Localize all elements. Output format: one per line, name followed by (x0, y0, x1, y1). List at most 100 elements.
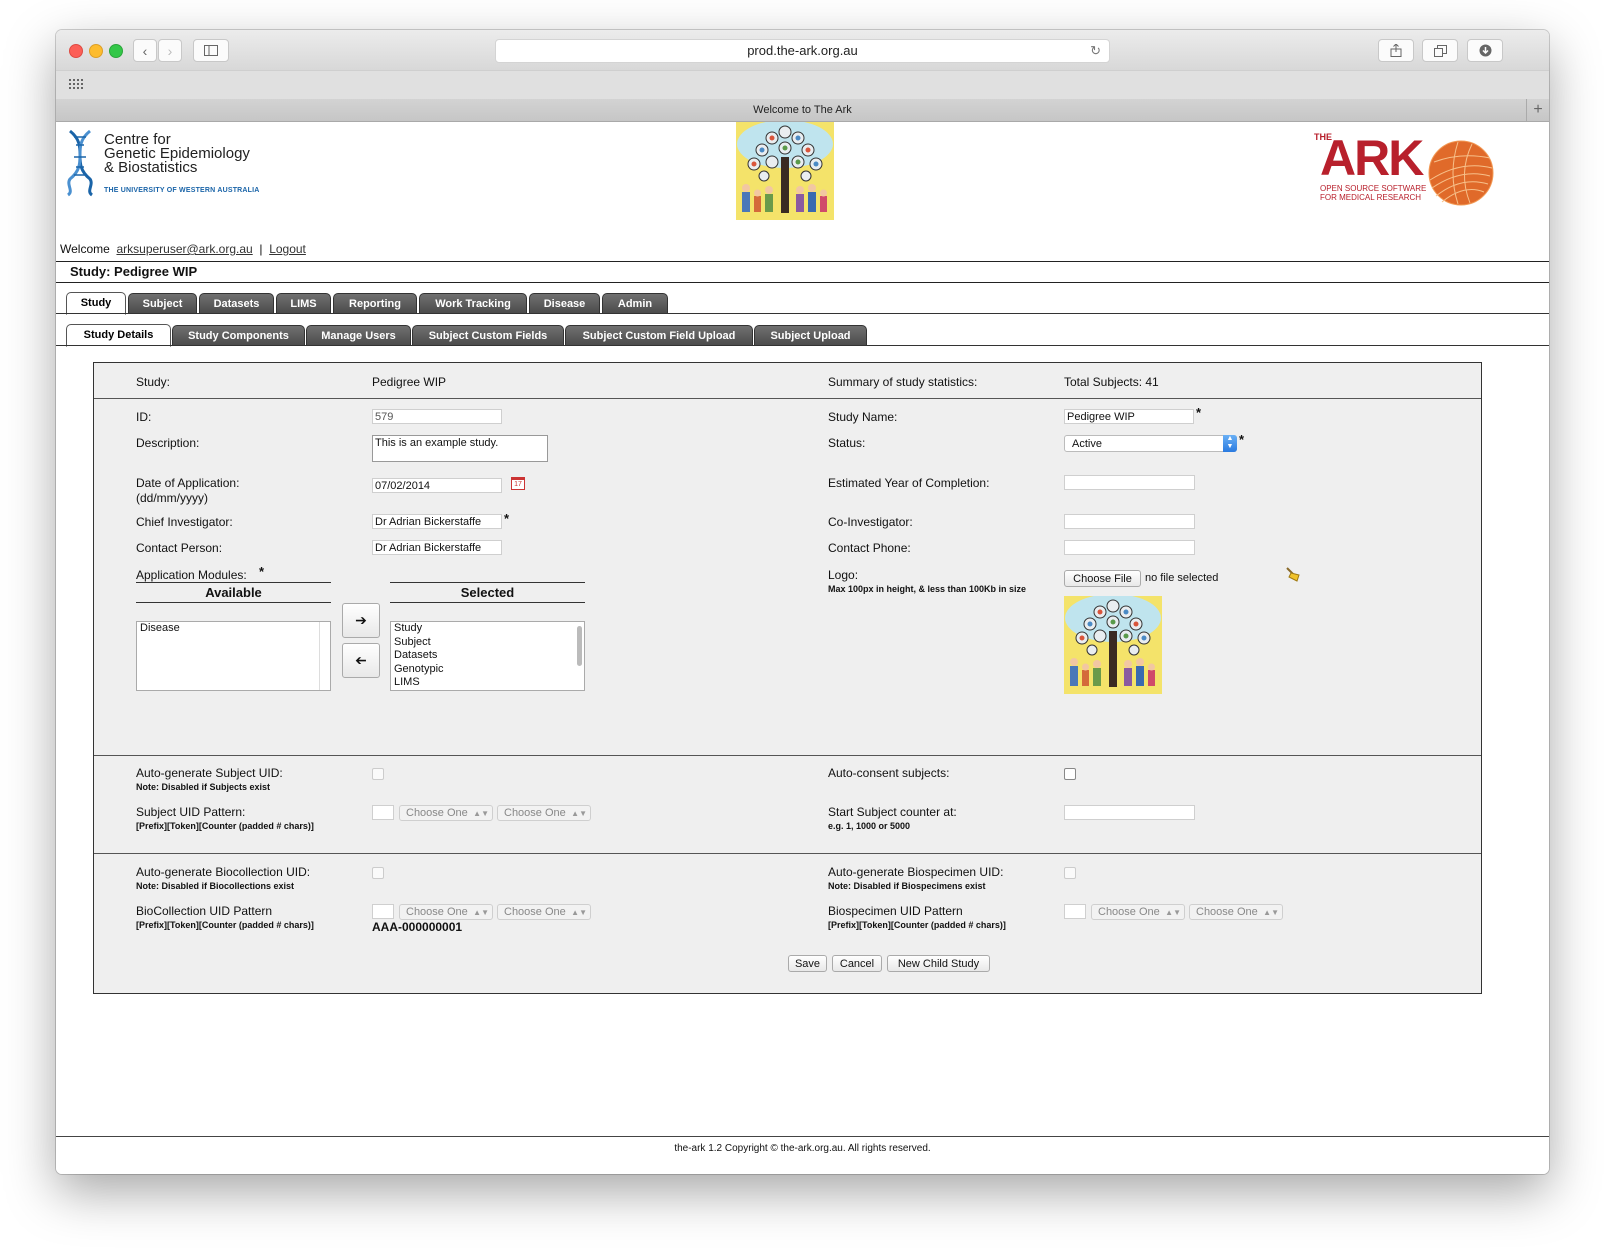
section-divider-2 (94, 755, 1481, 756)
select-value: Choose One (1196, 906, 1258, 918)
available-scrollbar[interactable] (319, 622, 330, 690)
selected-item[interactable]: Datasets (391, 649, 584, 663)
sidebar-toggle-button[interactable] (193, 39, 229, 62)
subject-token-select[interactable]: Choose One ▲▼ (399, 805, 493, 821)
bio-pattern-note: [Prefix][Token][Counter (padded # chars)… (136, 920, 314, 930)
chevron-left-icon: ‹ (142, 42, 148, 59)
calendar-icon[interactable]: 17 (511, 477, 525, 490)
choose-file-button[interactable]: Choose File (1064, 570, 1141, 587)
new-child-study-button[interactable]: New Child Study (887, 955, 990, 972)
save-button[interactable]: Save (788, 955, 827, 972)
status-label: Status: (828, 436, 866, 450)
forward-button[interactable]: › (158, 39, 182, 62)
start-counter-label: Start Subject counter at: (828, 805, 957, 819)
cancel-button[interactable]: Cancel (832, 955, 882, 972)
ark-logo: THE ARK OPEN SOURCE SOFTWARE FOR MEDICAL… (1314, 132, 1504, 212)
move-right-button[interactable]: ➔ (342, 603, 380, 638)
autogen-specimen-checkbox[interactable] (1064, 867, 1076, 879)
doa-field[interactable]: 07/02/2014 (372, 478, 502, 493)
bio-counter-select[interactable]: Choose One ▲▼ (497, 904, 591, 920)
id-label: ID: (136, 410, 152, 424)
reload-icon[interactable]: ↻ (1090, 40, 1101, 62)
new-tab-button[interactable]: + (1526, 99, 1549, 121)
available-item[interactable]: Disease (137, 622, 330, 636)
back-button[interactable]: ‹ (133, 39, 157, 62)
tab-work-tracking[interactable]: Work Tracking (419, 293, 527, 314)
status-select[interactable]: Active ▲ ▼ (1064, 435, 1237, 452)
tab-reporting[interactable]: Reporting (333, 293, 417, 314)
tab-study-components[interactable]: Study Components (172, 325, 305, 346)
minimize-window-button[interactable] (89, 44, 103, 58)
autogen-specimen-label: Auto-generate Biospecimen UID: (828, 865, 1004, 879)
autogen-bio-checkbox[interactable] (372, 867, 384, 879)
coinv-field[interactable] (1064, 514, 1195, 529)
tab-subject-custom-fields[interactable]: Subject Custom Fields (412, 325, 564, 346)
move-left-button[interactable]: ➔ (342, 643, 380, 678)
selected-scrollbar[interactable] (577, 626, 582, 666)
user-link[interactable]: arksuperuser@ark.org.au (116, 242, 252, 256)
subject-prefix-field[interactable] (372, 805, 394, 820)
start-counter-note: e.g. 1, 1000 or 5000 (828, 821, 911, 831)
tab-admin[interactable]: Admin (602, 293, 668, 314)
ark-logo-sub-2: FOR MEDICAL RESEARCH (1320, 193, 1422, 202)
selected-item[interactable]: LIMS (391, 676, 584, 690)
id-field[interactable]: 579 (372, 409, 502, 424)
description-textarea[interactable]: This is an example study. (372, 435, 548, 462)
tabs-icon (1433, 44, 1447, 57)
autogen-subject-checkbox[interactable] (372, 768, 384, 780)
share-button[interactable] (1378, 39, 1414, 62)
selected-item[interactable]: Study (391, 622, 584, 636)
welcome-line: Welcome arksuperuser@ark.org.au | Logout (60, 242, 306, 256)
zoom-window-button[interactable] (109, 44, 123, 58)
selected-item[interactable]: Subject (391, 636, 584, 650)
tab-subject-upload[interactable]: Subject Upload (754, 325, 867, 346)
selected-item[interactable]: Genotypic (391, 663, 584, 677)
bio-token-select[interactable]: Choose One ▲▼ (399, 904, 493, 920)
logout-link[interactable]: Logout (269, 242, 306, 256)
browser-tab[interactable]: Welcome to The Ark + (56, 99, 1549, 122)
tabs-overview-button[interactable] (1422, 39, 1458, 62)
bio-prefix-field[interactable] (372, 904, 394, 919)
tab-subject[interactable]: Subject (128, 293, 197, 314)
autogen-specimen-note: Note: Disabled if Biospecimens exist (828, 881, 986, 891)
phone-field[interactable] (1064, 540, 1195, 555)
specimen-counter-select[interactable]: Choose One ▲▼ (1189, 904, 1283, 920)
specimen-token-select[interactable]: Choose One ▲▼ (1091, 904, 1185, 920)
address-bar[interactable]: prod.the-ark.org.au ↻ (495, 39, 1110, 63)
contact-field[interactable]: Dr Adrian Bickerstaffe (372, 540, 502, 555)
select-value: Choose One (406, 906, 468, 918)
tab-lims[interactable]: LIMS (276, 293, 331, 314)
tab-manage-users[interactable]: Manage Users (306, 325, 411, 346)
chief-field[interactable]: Dr Adrian Bickerstaffe (372, 514, 502, 529)
tab-datasets[interactable]: Datasets (199, 293, 274, 314)
clear-broom-icon[interactable] (1284, 566, 1302, 582)
start-counter-field[interactable] (1064, 805, 1195, 820)
study-tree-image (736, 122, 834, 220)
selected-modules-list[interactable]: Study Subject Datasets Genotypic LIMS (390, 621, 585, 691)
subject-pattern-note: [Prefix][Token][Counter (padded # chars)… (136, 821, 314, 831)
specimen-prefix-field[interactable] (1064, 904, 1086, 919)
grid-icon[interactable] (69, 79, 84, 89)
study-value: Pedigree WIP (372, 375, 447, 389)
downloads-button[interactable] (1467, 39, 1503, 62)
browser-window: ‹ › prod.the-ark.org.au ↻ Welcome to The… (56, 30, 1549, 1174)
autoconsent-checkbox[interactable] (1064, 768, 1076, 780)
study-name-required-mark: * (1196, 405, 1202, 420)
available-modules-list[interactable]: Disease (136, 621, 331, 691)
autogen-bio-label: Auto-generate Biocollection UID: (136, 865, 311, 879)
study-name-field[interactable]: Pedigree WIP (1064, 409, 1194, 424)
subject-pattern-label: Subject UID Pattern: (136, 805, 246, 819)
heading-divider (56, 282, 1549, 283)
autogen-subject-note: Note: Disabled if Subjects exist (136, 782, 271, 792)
close-window-button[interactable] (69, 44, 83, 58)
tab-subject-custom-field-upload[interactable]: Subject Custom Field Upload (565, 325, 753, 346)
eyc-field[interactable] (1064, 475, 1195, 490)
tab-study[interactable]: Study (66, 292, 126, 315)
tab-disease[interactable]: Disease (529, 293, 600, 314)
selected-line-top (390, 582, 585, 583)
separator: | (259, 242, 263, 256)
select-value: Choose One (504, 906, 566, 918)
tab-study-details[interactable]: Study Details (66, 324, 171, 347)
subject-counter-select[interactable]: Choose One ▲▼ (497, 805, 591, 821)
study-name-label: Study Name: (828, 410, 898, 424)
